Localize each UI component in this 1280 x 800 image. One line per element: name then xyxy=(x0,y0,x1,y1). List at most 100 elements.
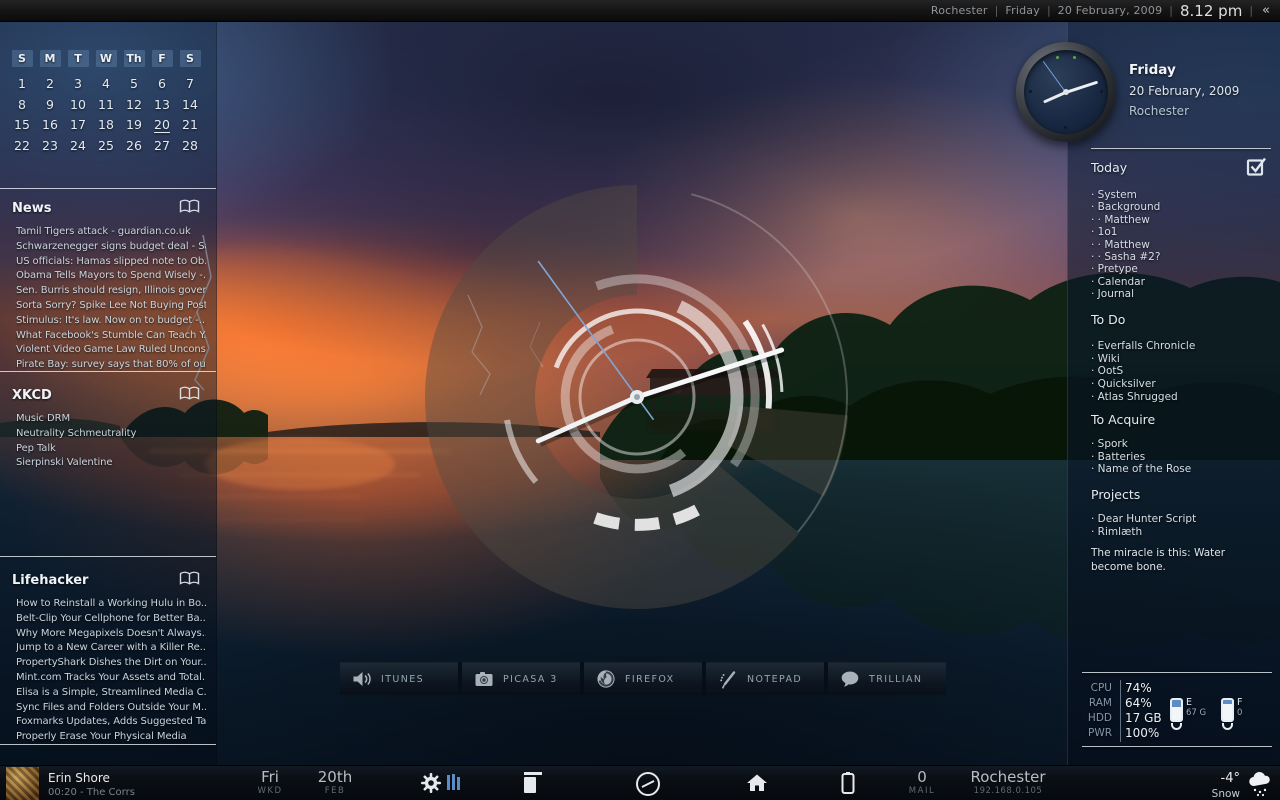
feed-item[interactable]: Violent Video Game Law Ruled Unconst... xyxy=(16,343,206,358)
topbar-separator: | xyxy=(1169,4,1173,17)
calendar-day: 25 xyxy=(98,136,114,157)
feed-title-lifehacker: Lifehacker xyxy=(12,573,88,588)
weather-display: -4° Snow xyxy=(1180,766,1240,800)
collapse-icon[interactable]: « xyxy=(1262,3,1270,18)
weekday-display: Fri WKD xyxy=(246,769,294,797)
feed-title-xkcd: XKCD xyxy=(12,388,52,403)
topbar-location: Rochester xyxy=(931,4,988,17)
dock-button-itunes[interactable]: iTunes xyxy=(340,662,458,695)
calendar-day: 10 xyxy=(70,95,86,116)
feed-item[interactable]: Belt-Clip Your Cellphone for Better Ba..… xyxy=(16,612,206,627)
feed-item[interactable]: Pep Talk xyxy=(16,442,206,457)
clock-dial-icon[interactable] xyxy=(635,771,661,797)
todo-item: · Atlas Shrugged xyxy=(1091,391,1271,404)
home-icon[interactable] xyxy=(745,772,769,792)
feed-item[interactable]: Foxmarks Updates, Adds Suggested Tags xyxy=(16,715,206,730)
second-hand xyxy=(1043,61,1066,92)
calendar-grid: 1234567891011121314151617181920212223242… xyxy=(8,74,208,156)
track-title: Erin Shore xyxy=(48,771,110,785)
battery-icon[interactable] xyxy=(840,771,856,796)
calendar-header-cell: S xyxy=(180,50,201,67)
camera-icon xyxy=(474,670,494,688)
feed-item[interactable]: Obama Tells Mayors to Spend Wisely -... xyxy=(16,269,206,284)
checkbox-icon[interactable] xyxy=(1246,156,1269,180)
app-dock: iTunes Picasa 3 Firefox Notepad Trillian xyxy=(340,662,946,695)
system-stats: CPU 74% RAM 64% HDD 17 GB PWR xyxy=(1082,680,1174,741)
todo-item: · Wiki xyxy=(1091,353,1271,366)
drive-letter: F xyxy=(1237,697,1242,708)
feed-item[interactable]: Neutrality Schmeutrality xyxy=(16,427,206,442)
dock-button-notepad[interactable]: Notepad xyxy=(706,662,824,695)
feed-item[interactable]: What Facebook's Stumble Can Teach Y... xyxy=(16,329,206,344)
calendar-day: 14 xyxy=(182,95,198,116)
acquire-item: · Name of the Rose xyxy=(1091,463,1271,476)
dock-button-trillian[interactable]: Trillian xyxy=(828,662,946,695)
feed-item[interactable]: Stimulus: It's law. Now on to budget -..… xyxy=(16,314,206,329)
dock-label: Notepad xyxy=(747,674,802,685)
stat-value: 74% xyxy=(1125,681,1152,695)
feed-item[interactable]: Jump to a New Career with a Killer Re... xyxy=(16,641,206,656)
calendar-day: 2 xyxy=(46,74,54,95)
feed-item[interactable]: How to Reinstall a Working Hulu in Bo... xyxy=(16,597,206,612)
today-item: · Calendar xyxy=(1091,276,1271,288)
project-item: · Rimlæth xyxy=(1091,526,1271,539)
dock-label: iTunes xyxy=(381,674,424,685)
gear-icon[interactable] xyxy=(420,772,442,794)
drive-size: 67 G xyxy=(1186,708,1206,718)
date-display: 20th FEB xyxy=(308,769,362,797)
feed-item[interactable]: Elisa is a Simple, Streamlined Media C..… xyxy=(16,686,206,701)
book-icon[interactable] xyxy=(179,199,200,218)
feed-item[interactable]: Mint.com Tracks Your Assets and Total... xyxy=(16,671,206,686)
window-icon[interactable] xyxy=(524,772,544,794)
feed-item[interactable]: Sorta Sorry? Spike Lee Not Buying Post..… xyxy=(16,299,206,314)
feed-section-news: News Tamil Tigers attack - guardian.co.u… xyxy=(0,188,216,371)
project-item: · Dear Hunter Script xyxy=(1091,513,1271,526)
feed-item[interactable]: Properly Erase Your Physical Media xyxy=(16,730,206,745)
feed-item[interactable]: Music DRM xyxy=(16,412,206,427)
equalizer-icon[interactable] xyxy=(447,774,460,790)
feed-item[interactable]: Sync Files and Folders Outside Your M... xyxy=(16,701,206,716)
dock-button-firefox[interactable]: Firefox xyxy=(584,662,702,695)
drive-gauge-bar xyxy=(1170,698,1183,722)
todo-heading: To Do xyxy=(1091,312,1271,327)
drive-gauge-bar xyxy=(1221,698,1234,722)
feed-section-xkcd: XKCD Music DRMNeutrality SchmeutralityPe… xyxy=(0,371,216,556)
left-panel: SMTWThFS 1234567891011121314151617181920… xyxy=(0,22,217,765)
calendar-day: 28 xyxy=(182,136,198,157)
calendar-widget: SMTWThFS 1234567891011121314151617181920… xyxy=(8,50,208,156)
feed-item[interactable]: Sierpinski Valentine xyxy=(16,456,206,471)
book-icon[interactable] xyxy=(179,571,200,590)
calendar-day: 9 xyxy=(46,95,54,116)
feed-item[interactable]: Sen. Burris should resign, Illinois gove… xyxy=(16,284,206,299)
calendar-header-row: SMTWThFS xyxy=(8,50,208,67)
book-icon[interactable] xyxy=(179,386,200,405)
drive-letter: E xyxy=(1186,697,1192,708)
c-watermark xyxy=(480,240,757,554)
todo-item: · Everfalls Chronicle xyxy=(1091,340,1271,353)
speaker-icon xyxy=(352,670,372,688)
clock-info-day: Friday xyxy=(1129,62,1271,78)
stat-label: PWR xyxy=(1082,727,1112,739)
calendar-day: 17 xyxy=(70,115,86,136)
analog-clock xyxy=(1016,42,1116,142)
hour-hand xyxy=(538,397,637,441)
calendar-day: 5 xyxy=(130,74,138,95)
dock-button-picasa[interactable]: Picasa 3 xyxy=(462,662,580,695)
feed-item[interactable]: US officials: Hamas slipped note to Ob..… xyxy=(16,255,206,270)
pencil-icon xyxy=(718,669,738,689)
stat-row: HDD 17 GB xyxy=(1082,710,1174,725)
todo-item: · OotS xyxy=(1091,365,1271,378)
analog-clock-face xyxy=(1024,50,1108,134)
acquire-item: · Batteries xyxy=(1091,451,1271,464)
feed-item[interactable]: Schwarzenegger signs budget deal - Sa... xyxy=(16,240,206,255)
feed-item[interactable]: PropertyShark Dishes the Dirt on Your... xyxy=(16,656,206,671)
minute-hand xyxy=(1066,81,1098,94)
clock-info-date: 20 February, 2009 xyxy=(1129,84,1271,98)
topbar-separator: | xyxy=(1047,4,1051,17)
today-item: · · Matthew xyxy=(1091,214,1271,226)
calendar-day: 26 xyxy=(126,136,142,157)
album-art xyxy=(6,767,39,800)
calendar-day: 4 xyxy=(102,74,110,95)
feed-item[interactable]: Tamil Tigers attack - guardian.co.uk xyxy=(16,225,206,240)
feed-item[interactable]: Why More Megapixels Doesn't Always... xyxy=(16,627,206,642)
